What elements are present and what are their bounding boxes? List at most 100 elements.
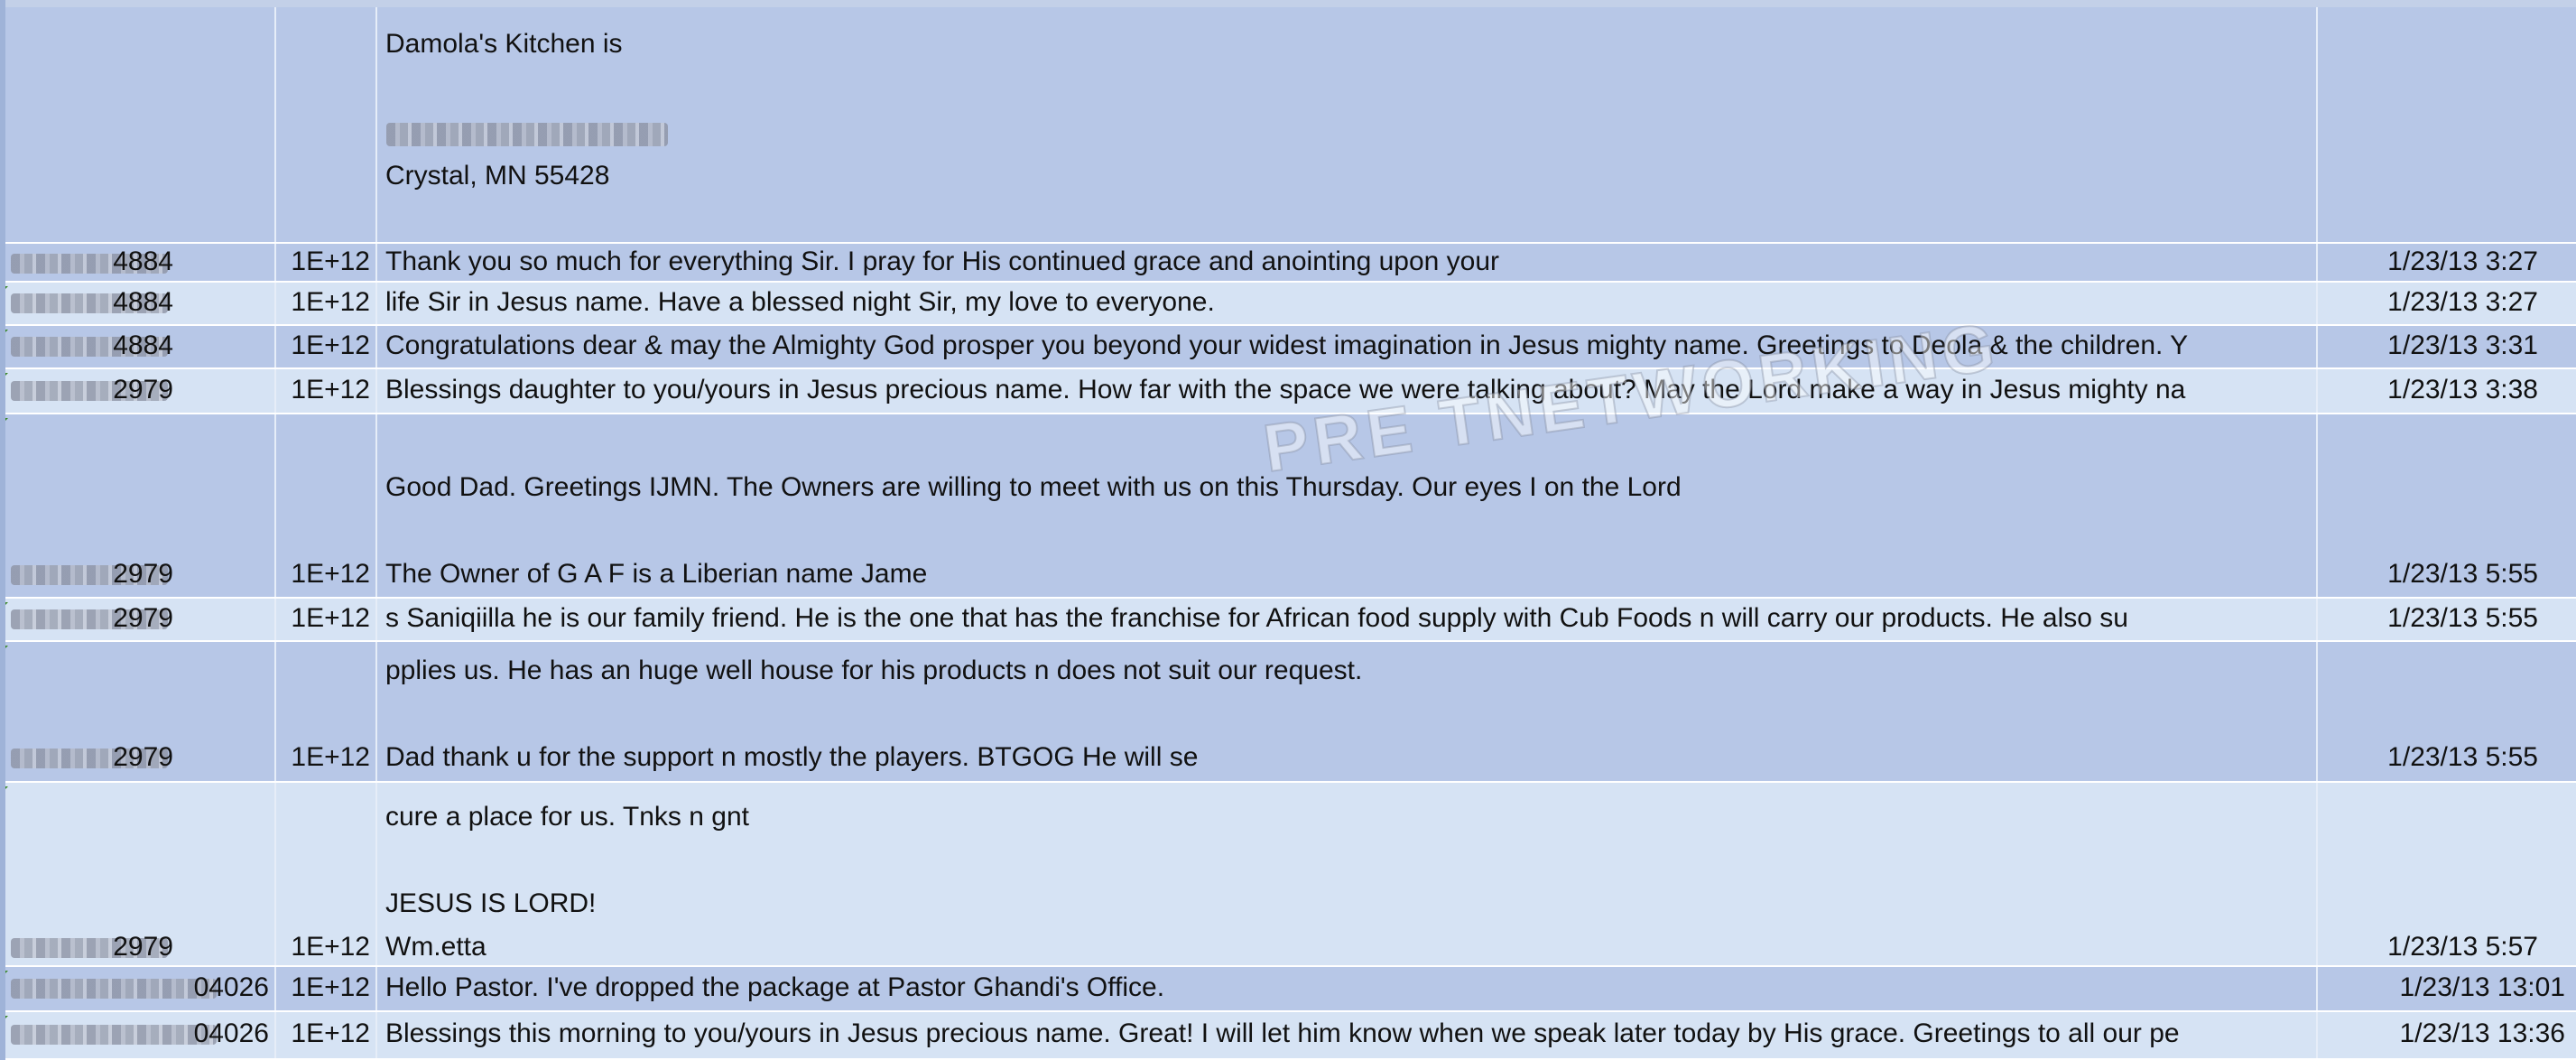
number-cell[interactable]: 1E+12 bbox=[276, 244, 377, 281]
number-value: 1E+12 bbox=[291, 1018, 370, 1048]
phone-cell[interactable]: 2979 bbox=[0, 414, 276, 597]
number-cell[interactable]: 1E+12 bbox=[276, 414, 377, 597]
table-row[interactable]: Damola's Kitchen is Crystal, MN 55428 bbox=[0, 7, 2576, 244]
date-value: 1/23/13 5:55 bbox=[2387, 559, 2538, 589]
message-cell[interactable]: life Sir in Jesus name. Have a blessed n… bbox=[377, 283, 2318, 324]
phone-cell[interactable] bbox=[0, 7, 276, 242]
date-cell[interactable]: 1/23/13 3:27 bbox=[2318, 283, 2576, 324]
message-line: Dad thank u for the support n mostly the… bbox=[385, 742, 1199, 772]
message-line: JESUS IS LORD! bbox=[385, 888, 597, 918]
phone-suffix: 2979 bbox=[113, 603, 173, 633]
number-value: 1E+12 bbox=[291, 246, 370, 276]
number-cell[interactable]: 1E+12 bbox=[276, 1012, 377, 1058]
message-cell[interactable]: pplies us. He has an huge well house for… bbox=[377, 642, 2318, 781]
date-cell[interactable]: 1/23/13 3:38 bbox=[2318, 369, 2576, 413]
number-cell[interactable]: 1E+12 bbox=[276, 326, 377, 367]
date-cell[interactable]: 1/23/13 3:27 bbox=[2318, 244, 2576, 281]
number-value: 1E+12 bbox=[291, 559, 370, 589]
date-value: 1/23/13 3:27 bbox=[2387, 246, 2538, 276]
date-cell[interactable]: 1/23/13 5:57 bbox=[2318, 783, 2576, 965]
message-line: Wm.etta bbox=[385, 932, 486, 962]
message-line: Good Dad. Greetings IJMN. The Owners are… bbox=[385, 472, 1682, 502]
number-value: 1E+12 bbox=[291, 932, 370, 962]
table-row[interactable]: 04026 1E+12 Hello Pastor. I've dropped t… bbox=[0, 967, 2576, 1012]
table-row[interactable]: 4884 1E+12 life Sir in Jesus name. Have … bbox=[0, 283, 2576, 326]
date-cell[interactable]: 1/23/13 13:01 bbox=[2318, 967, 2576, 1010]
message-line: cure a place for us. Tnks n gnt bbox=[385, 802, 749, 832]
number-cell[interactable]: 1E+12 bbox=[276, 369, 377, 413]
spreadsheet: Damola's Kitchen is Crystal, MN 55428 48… bbox=[0, 0, 2576, 1060]
date-value: 1/23/13 5:55 bbox=[2387, 603, 2538, 633]
phone-cell[interactable]: 2979 bbox=[0, 642, 276, 781]
phone-suffix: 04026 bbox=[193, 972, 269, 1002]
number-value: 1E+12 bbox=[291, 603, 370, 633]
phone-cell[interactable]: 4884 bbox=[0, 326, 276, 367]
message-cell[interactable]: cure a place for us. Tnks n gnt JESUS IS… bbox=[377, 783, 2318, 965]
table-row[interactable]: 4884 1E+12 Thank you so much for everyth… bbox=[0, 244, 2576, 283]
phone-cell[interactable]: 04026 bbox=[0, 967, 276, 1010]
number-value: 1E+12 bbox=[291, 330, 370, 360]
table-row[interactable]: 04026 1E+12 Blessings this morning to yo… bbox=[0, 1012, 2576, 1060]
redacted-phone bbox=[11, 979, 217, 999]
date-cell[interactable]: 1/23/13 13:36 bbox=[2318, 1012, 2576, 1058]
message-text: Hello Pastor. I've dropped the package a… bbox=[385, 972, 1165, 1002]
left-border bbox=[0, 0, 5, 1060]
number-cell[interactable]: 1E+12 bbox=[276, 599, 377, 640]
date-cell[interactable] bbox=[2318, 7, 2576, 242]
phone-cell[interactable]: 4884 bbox=[0, 283, 276, 324]
message-cell[interactable]: Thank you so much for everything Sir. I … bbox=[377, 244, 2318, 281]
address-line: Damola's Kitchen is bbox=[385, 29, 623, 59]
number-cell[interactable] bbox=[276, 7, 377, 242]
phone-cell[interactable]: 2979 bbox=[0, 599, 276, 640]
date-value: 1/23/13 3:38 bbox=[2387, 375, 2538, 404]
phone-cell[interactable]: 04026 bbox=[0, 1012, 276, 1058]
message-cell[interactable]: Blessings daughter to you/yours in Jesus… bbox=[377, 369, 2318, 413]
message-text: life Sir in Jesus name. Have a blessed n… bbox=[385, 287, 1215, 317]
date-value: 1/23/13 13:01 bbox=[2399, 972, 2565, 1002]
message-cell[interactable]: Congratulations dear & may the Almighty … bbox=[377, 326, 2318, 367]
message-cell[interactable]: Damola's Kitchen is Crystal, MN 55428 bbox=[377, 7, 2318, 242]
table-row[interactable]: 2979 1E+12 Blessings daughter to you/you… bbox=[0, 369, 2576, 414]
phone-suffix: 2979 bbox=[113, 742, 173, 772]
phone-suffix: 4884 bbox=[113, 330, 173, 360]
date-value: 1/23/13 5:55 bbox=[2387, 742, 2538, 772]
message-cell[interactable]: Hello Pastor. I've dropped the package a… bbox=[377, 967, 2318, 1010]
message-line: The Owner of G A F is a Liberian name Ja… bbox=[385, 559, 928, 589]
phone-suffix: 2979 bbox=[113, 375, 173, 404]
number-cell[interactable]: 1E+12 bbox=[276, 283, 377, 324]
number-cell[interactable]: 1E+12 bbox=[276, 642, 377, 781]
message-text: Thank you so much for everything Sir. I … bbox=[385, 246, 1500, 276]
date-value: 1/23/13 3:27 bbox=[2387, 287, 2538, 317]
phone-cell[interactable]: 2979 bbox=[0, 783, 276, 965]
message-cell[interactable]: Good Dad. Greetings IJMN. The Owners are… bbox=[377, 414, 2318, 597]
number-cell[interactable]: 1E+12 bbox=[276, 967, 377, 1010]
number-value: 1E+12 bbox=[291, 972, 370, 1002]
table-row[interactable]: 2979 1E+12 s Saniqiilla he is our family… bbox=[0, 599, 2576, 642]
date-cell[interactable]: 1/23/13 5:55 bbox=[2318, 414, 2576, 597]
phone-suffix: 04026 bbox=[193, 1018, 269, 1048]
phone-cell[interactable]: 4884 bbox=[0, 244, 276, 281]
redacted-phone bbox=[11, 1025, 217, 1045]
date-value: 1/23/13 3:31 bbox=[2387, 330, 2538, 360]
number-value: 1E+12 bbox=[291, 287, 370, 317]
table-row[interactable]: 2979 1E+12 cure a place for us. Tnks n g… bbox=[0, 783, 2576, 967]
date-cell[interactable]: 1/23/13 3:31 bbox=[2318, 326, 2576, 367]
phone-suffix: 2979 bbox=[113, 559, 173, 589]
phone-suffix: 2979 bbox=[113, 932, 173, 962]
redacted-address bbox=[386, 123, 668, 146]
message-text: s Saniqiilla he is our family friend. He… bbox=[385, 603, 2128, 633]
message-cell[interactable]: s Saniqiilla he is our family friend. He… bbox=[377, 599, 2318, 640]
number-cell[interactable]: 1E+12 bbox=[276, 783, 377, 965]
table-row[interactable]: 2979 1E+12 pplies us. He has an huge wel… bbox=[0, 642, 2576, 783]
phone-suffix: 4884 bbox=[113, 246, 173, 276]
top-border bbox=[0, 0, 2576, 7]
number-value: 1E+12 bbox=[291, 742, 370, 772]
table-row[interactable]: 4884 1E+12 Congratulations dear & may th… bbox=[0, 326, 2576, 369]
date-cell[interactable]: 1/23/13 5:55 bbox=[2318, 599, 2576, 640]
message-line: pplies us. He has an huge well house for… bbox=[385, 656, 1363, 685]
message-cell[interactable]: Blessings this morning to you/yours in J… bbox=[377, 1012, 2318, 1058]
number-value: 1E+12 bbox=[291, 375, 370, 404]
date-cell[interactable]: 1/23/13 5:55 bbox=[2318, 642, 2576, 781]
table-row[interactable]: 2979 1E+12 Good Dad. Greetings IJMN. The… bbox=[0, 414, 2576, 599]
phone-cell[interactable]: 2979 bbox=[0, 369, 276, 413]
